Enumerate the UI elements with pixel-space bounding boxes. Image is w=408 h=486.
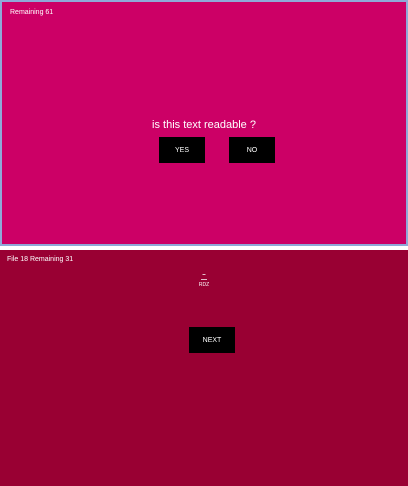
readability-question: is this text readable ? — [152, 119, 256, 131]
next-button[interactable]: NEXT — [189, 327, 235, 353]
sample-text-line-3: RDZ — [198, 282, 210, 288]
sample-text-screen: File 18 Remaining 31 ▬ ▬▬ RDZ NEXT — [0, 250, 408, 486]
file-status: File 18 Remaining 31 — [7, 256, 74, 263]
yes-button[interactable]: YES — [159, 137, 205, 163]
remaining-counter: Remaining 61 — [10, 9, 54, 16]
sample-text-line-2: ▬▬ — [201, 277, 207, 281]
no-button[interactable]: NO — [229, 137, 275, 163]
sample-text-block: ▬ ▬▬ RDZ — [0, 272, 408, 289]
readability-question-screen: Remaining 61 is this text readable ? YES… — [0, 0, 408, 246]
